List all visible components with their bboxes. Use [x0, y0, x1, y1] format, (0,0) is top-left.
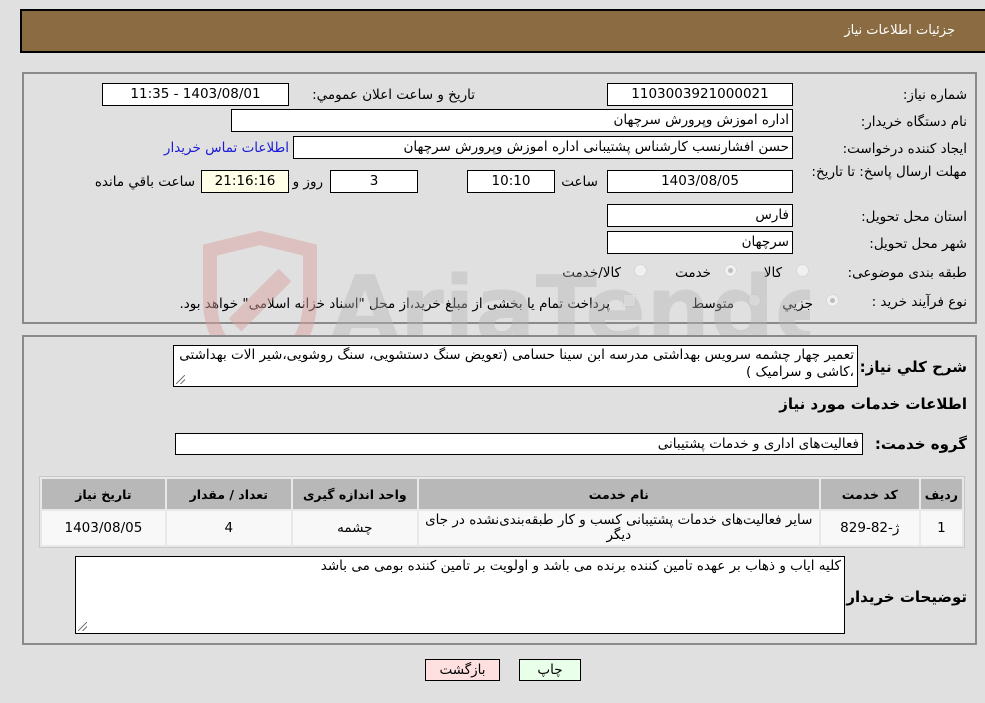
city-label: شهر محل تحویل:	[869, 236, 967, 252]
category-goods-radio[interactable]	[796, 264, 809, 277]
process-medium-radio[interactable]	[748, 294, 761, 307]
summary-text: تعمیر چهار چشمه سرویس بهداشتی مدرسه ابن …	[179, 347, 854, 380]
process-medium-label: متوسط	[691, 296, 734, 312]
province-field: فارس	[607, 204, 793, 227]
page-title: جزئیات اطلاعات نیاز	[844, 23, 955, 38]
process-minor-radio[interactable]	[826, 294, 839, 307]
treasury-payment-checkbox[interactable]	[623, 294, 636, 307]
table-row: 1 ژ-82-829 سایر فعالیت‌های خدمات پشتیبان…	[42, 511, 962, 545]
buyer-notes-textarea[interactable]: کلیه ایاب و ذهاب بر عهده تامین کننده برن…	[75, 556, 845, 634]
category-goods-service-label: کالا/خدمت	[562, 265, 621, 281]
days-label: روز و	[292, 174, 323, 190]
announce-label: تاريخ و ساعت اعلان عمومي:	[312, 87, 475, 103]
cell-row-number: 1	[920, 511, 962, 545]
resize-grip-icon[interactable]	[176, 375, 185, 384]
summary-label: شرح کلي نياز:	[859, 358, 967, 376]
cell-quantity: 4	[166, 511, 291, 545]
category-service-radio[interactable]	[724, 264, 737, 277]
cell-unit: چشمه	[292, 511, 417, 545]
services-table: ردیف کد خدمت نام خدمت واحد اندازه گیری ت…	[39, 476, 965, 548]
print-button[interactable]: چاپ	[519, 659, 581, 681]
service-group-field: فعالیت‌های اداری و خدمات پشتیبانی	[175, 433, 863, 455]
process-minor-label: جزيي	[782, 296, 813, 312]
deadline-date-field: 1403/08/05	[607, 170, 793, 193]
deadline-time-field: 10:10	[467, 170, 555, 193]
remaining-time-label: ساعت باقي مانده	[94, 174, 195, 190]
category-goods-label: کالا	[763, 265, 782, 281]
requester-field: حسن افشارنسب کارشناس پشتیبانی اداره اموز…	[293, 136, 793, 159]
treasury-payment-note: پرداخت تمام یا بخشی از مبلغ خرید،از محل …	[179, 296, 610, 312]
buyer-org-field: اداره اموزش وپرورش سرچهان	[231, 109, 793, 132]
category-label: طبقه بندی موضوعی:	[847, 265, 967, 281]
days-remaining-field: 3	[330, 170, 418, 193]
deadline-time-label: ساعت	[561, 174, 598, 190]
city-field: سرچهان	[607, 231, 793, 254]
col-service-code: کد خدمت	[820, 479, 919, 509]
cell-need-date: 1403/08/05	[42, 511, 165, 545]
announce-datetime-field: 1403/08/01 - 11:35	[102, 83, 289, 106]
col-quantity: تعداد / مقدار	[166, 479, 291, 509]
cell-service-code: ژ-82-829	[820, 511, 919, 545]
need-number-field: 1103003921000021	[607, 83, 793, 106]
cell-service-name: سایر فعالیت‌های خدمات پشتیبانی کسب و کار…	[418, 511, 819, 545]
back-button[interactable]: بازگشت	[425, 659, 500, 681]
buyer-org-label: نام دستگاه خریدار:	[860, 114, 967, 130]
category-goods-service-radio[interactable]	[634, 264, 647, 277]
need-number-label: شماره نیاز:	[902, 87, 967, 103]
summary-textarea[interactable]: تعمیر چهار چشمه سرویس بهداشتی مدرسه ابن …	[173, 345, 858, 387]
province-label: استان محل تحویل:	[861, 209, 967, 225]
service-group-label: گروه خدمت:	[874, 435, 967, 453]
purchase-process-label: نوع فرآیند خرید :	[871, 294, 967, 310]
requester-label: ایجاد کننده درخواست:	[842, 141, 967, 157]
table-header-row: ردیف کد خدمت نام خدمت واحد اندازه گیری ت…	[42, 479, 962, 509]
deadline-label: مهلت ارسال پاسخ: تا تاریخ:	[811, 164, 967, 180]
resize-grip-icon[interactable]	[78, 622, 87, 631]
remaining-time-field: 21:16:16	[201, 170, 289, 193]
page-header: جزئیات اطلاعات نیاز	[20, 9, 985, 53]
buyer-notes-text: کلیه ایاب و ذهاب بر عهده تامین کننده برن…	[320, 558, 841, 574]
services-section-title: اطلاعات خدمات مورد نیاز	[779, 395, 967, 413]
col-service-name: نام خدمت	[418, 479, 819, 509]
col-unit: واحد اندازه گیری	[292, 479, 417, 509]
buyer-contact-link[interactable]: اطلاعات تماس خریدار	[164, 140, 289, 156]
col-need-date: تاریخ نیاز	[42, 479, 165, 509]
buyer-notes-label: توضیحات خریدار:	[840, 588, 967, 606]
category-service-label: خدمت	[675, 265, 711, 281]
col-row-number: ردیف	[920, 479, 962, 509]
